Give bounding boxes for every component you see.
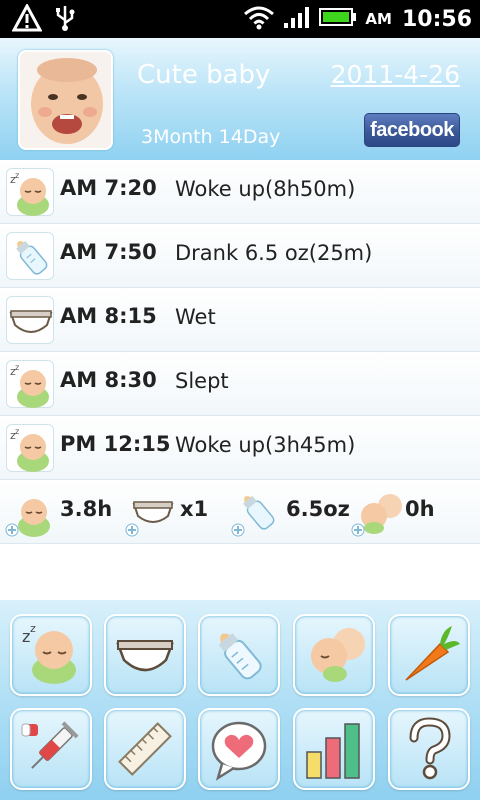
notes-button[interactable] <box>198 708 280 790</box>
sleeping-baby-icon: zz <box>22 622 76 684</box>
log-time: PM 12:15 <box>60 432 171 456</box>
diaper-button[interactable] <box>104 614 186 696</box>
log-time: AM 8:15 <box>60 304 157 328</box>
summary-sleep: 3.8h <box>0 480 120 544</box>
growth-button[interactable] <box>104 708 186 790</box>
summary-bottle-value: 6.5oz <box>286 497 350 521</box>
facebook-label: facebook <box>370 118 454 141</box>
log-time: AM 7:50 <box>60 240 157 264</box>
summary-sleep-value: 3.8h <box>60 497 113 521</box>
summary-diaper-value: x1 <box>180 497 209 521</box>
sleeping-baby-icon: zz <box>6 360 54 408</box>
baby-name[interactable]: Cute baby <box>137 60 270 90</box>
log-row[interactable]: zz AM 8:30 Slept <box>0 352 480 416</box>
baby-photo[interactable] <box>18 50 113 150</box>
sleep-button[interactable]: zz <box>10 614 92 696</box>
svg-text:z: z <box>15 427 19 436</box>
heart-speech-bubble-icon <box>211 721 267 781</box>
bottle-button[interactable] <box>198 614 280 696</box>
activity-log: zz AM 7:20 Woke up(8h50m) AM 7:50 Drank … <box>0 160 480 544</box>
action-toolbar: zz <box>0 600 480 800</box>
carrot-icon <box>405 626 460 681</box>
summary-diaper: x1 <box>122 480 232 544</box>
question-mark-icon <box>409 717 451 780</box>
facebook-button[interactable]: facebook <box>364 113 460 147</box>
nursing-icon <box>311 628 365 682</box>
usb-icon <box>54 4 76 36</box>
help-button[interactable] <box>388 708 470 790</box>
log-time: AM 7:20 <box>60 176 157 200</box>
log-desc: Slept <box>175 369 229 393</box>
sleeping-baby-icon: zz <box>6 424 54 472</box>
warning-icon <box>11 2 43 36</box>
svg-text:z: z <box>15 171 19 180</box>
diaper-icon <box>116 640 174 672</box>
signal-icon <box>283 5 311 33</box>
baby-age: 3Month 14Day <box>141 126 281 148</box>
bottle-icon <box>6 232 54 280</box>
log-time: AM 8:30 <box>60 368 157 392</box>
log-row[interactable]: zz PM 12:15 Woke up(3h45m) <box>0 416 480 480</box>
sleeping-baby-icon: zz <box>6 168 54 216</box>
stats-button[interactable] <box>293 708 375 790</box>
wifi-icon <box>243 4 275 34</box>
clock-time: 10:56 <box>401 6 472 32</box>
log-row[interactable]: AM 8:15 Wet <box>0 288 480 352</box>
log-desc: Woke up(8h50m) <box>175 177 356 201</box>
svg-text:z: z <box>15 363 19 372</box>
nursing-button[interactable] <box>293 614 375 696</box>
summary-bottle: 6.5oz <box>228 480 350 544</box>
battery-icon <box>319 6 357 32</box>
bottle-icon <box>230 490 282 538</box>
sleeping-baby-icon <box>4 490 56 538</box>
nursing-icon <box>350 490 402 538</box>
bar-chart-icon <box>306 723 360 779</box>
date-link[interactable]: 2011-4-26 <box>331 60 460 89</box>
svg-text:z: z <box>30 622 36 635</box>
baby-header: Cute baby 3Month 14Day 2011-4-26 faceboo… <box>0 38 480 160</box>
daily-summary: 3.8h x1 6.5oz 0h <box>0 480 480 544</box>
ruler-icon <box>118 722 172 776</box>
log-desc: Wet <box>175 305 216 329</box>
clock-ampm: AM <box>365 10 392 28</box>
log-desc: Drank 6.5 oz(25m) <box>175 241 373 265</box>
diaper-icon <box>124 490 176 538</box>
summary-nursing-value: 0h <box>405 497 435 521</box>
log-desc: Woke up(3h45m) <box>175 433 356 457</box>
status-bar: AM 10:56 <box>0 0 480 38</box>
diaper-icon <box>6 296 54 344</box>
log-row[interactable]: AM 7:50 Drank 6.5 oz(25m) <box>0 224 480 288</box>
summary-nursing: 0h <box>348 480 480 544</box>
bottle-icon <box>218 633 262 680</box>
syringe-icon <box>21 721 79 769</box>
medicine-button[interactable] <box>10 708 92 790</box>
log-row[interactable]: zz AM 7:20 Woke up(8h50m) <box>0 160 480 224</box>
food-button[interactable] <box>388 614 470 696</box>
